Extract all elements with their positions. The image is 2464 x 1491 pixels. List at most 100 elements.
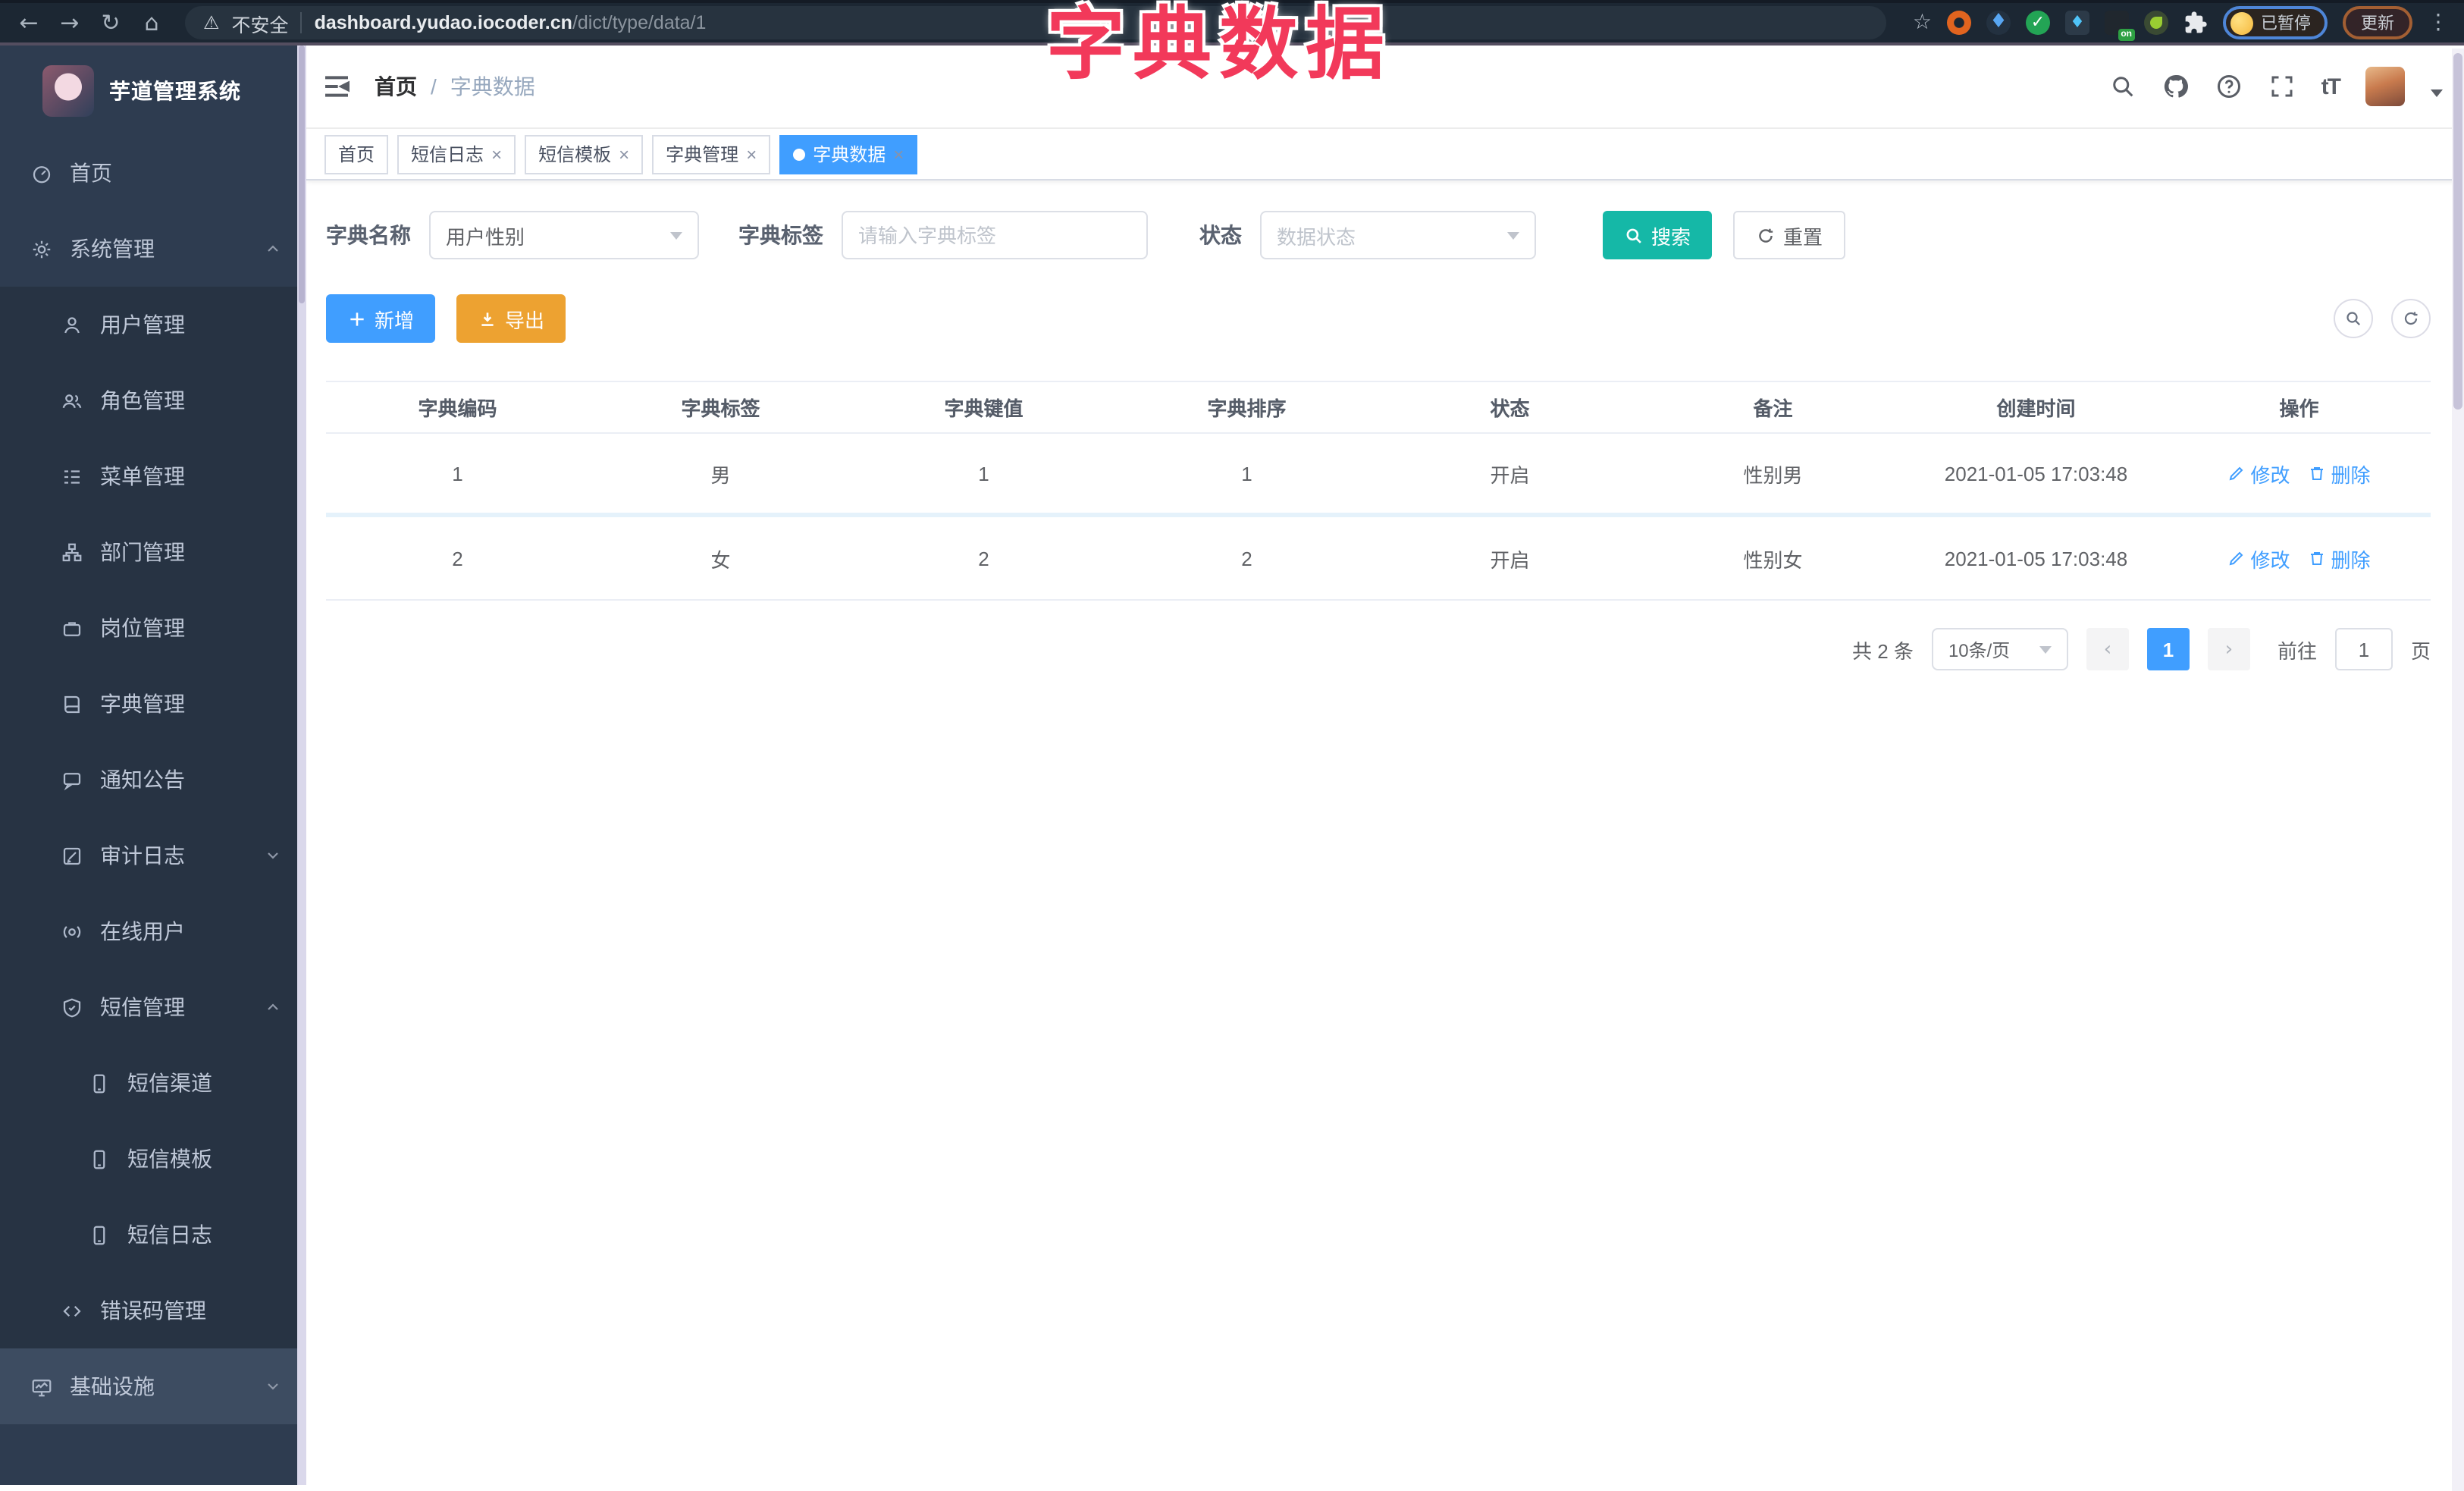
close-icon[interactable]: × <box>491 145 502 163</box>
extension-check-icon[interactable] <box>2026 11 2050 35</box>
browser-menu-icon[interactable]: ⋮ <box>2428 11 2449 35</box>
browser-profile-chip[interactable]: 已暂停 <box>2223 6 2328 39</box>
status-select[interactable]: 数据状态 <box>1260 211 1536 259</box>
fullscreen-icon[interactable] <box>2268 73 2296 100</box>
sidebar-item-error-codes[interactable]: 错误码管理 <box>0 1273 306 1348</box>
col-header: 备注 <box>1753 397 1793 420</box>
extension-on-icon[interactable]: on <box>2105 11 2135 41</box>
tab-sms-log[interactable]: 短信日志 × <box>397 134 516 174</box>
sidebar-scrollbar-thumb[interactable] <box>299 46 305 303</box>
chevron-up-icon <box>268 1003 278 1010</box>
address-bar[interactable]: ⚠ 不安全 dashboard.yudao.iocoder.cn/dict/ty… <box>185 6 1887 39</box>
next-page-button[interactable]: › <box>2207 628 2250 670</box>
sidebar-item-infrastructure[interactable]: 基础设施 <box>0 1348 306 1424</box>
row-actions: 修改 删除 <box>2227 459 2371 488</box>
extension-gem-icon[interactable] <box>1986 11 2011 35</box>
export-button[interactable]: 导出 <box>456 294 566 343</box>
sidebar-item-menus[interactable]: 菜单管理 <box>0 438 306 514</box>
edit-link[interactable]: 修改 <box>2227 544 2290 573</box>
font-size-icon[interactable]: tT <box>2321 74 2341 99</box>
sidebar-item-sms[interactable]: 短信管理 <box>0 969 306 1045</box>
dict-name-select[interactable]: 用户性别 <box>429 211 699 259</box>
current-page[interactable]: 1 <box>2146 628 2190 670</box>
bookmark-star-icon[interactable]: ☆ <box>1913 11 1932 35</box>
close-icon[interactable]: × <box>619 145 629 163</box>
pencil-icon <box>2230 551 2243 566</box>
extensions-puzzle-icon[interactable] <box>2183 11 2208 35</box>
collapse-sidebar-icon[interactable] <box>321 71 352 102</box>
sidebar-item-departments[interactable]: 部门管理 <box>0 514 306 590</box>
sidebar-item-sms-channel[interactable]: 短信渠道 <box>0 1045 306 1121</box>
tab-label: 短信日志 <box>411 144 484 165</box>
profile-emoji-icon <box>2230 11 2253 34</box>
chevron-down-icon <box>670 231 682 239</box>
chevron-down-icon <box>268 1383 278 1390</box>
browser-update-button[interactable]: 更新 <box>2343 6 2412 39</box>
tab-sms-template[interactable]: 短信模板 × <box>525 134 644 174</box>
reset-button[interactable]: 重置 <box>1733 211 1846 259</box>
extension-orange-icon[interactable] <box>1947 11 1971 35</box>
github-icon[interactable] <box>2162 73 2190 100</box>
tab-home[interactable]: 首页 <box>324 134 389 174</box>
avatar-caret-icon[interactable] <box>2431 89 2443 96</box>
sidebar-item-sms-log[interactable]: 短信日志 <box>0 1197 306 1273</box>
table-header-row: 字典编码 字典标签 字典键值 字典排序 状态 备注 创建时间 操作 <box>326 382 2431 434</box>
back-icon[interactable]: ← <box>15 11 42 34</box>
close-icon[interactable]: × <box>893 145 904 163</box>
sidebar-item-users[interactable]: 用户管理 <box>0 287 306 363</box>
extension-leaf-icon[interactable] <box>2144 11 2168 35</box>
reload-icon[interactable]: ↻ <box>97 11 124 34</box>
delete-link[interactable]: 删除 <box>2309 459 2371 488</box>
url-domain[interactable]: dashboard.yudao.iocoder.cn <box>315 12 572 33</box>
breadcrumb: 首页 / 字典数据 <box>375 71 535 102</box>
sidebar-item-roles[interactable]: 角色管理 <box>0 363 306 438</box>
chevron-down-icon <box>268 852 278 859</box>
sidebar-item-notices[interactable]: 通知公告 <box>0 742 306 818</box>
sidebar-item-sms-template[interactable]: 短信模板 <box>0 1121 306 1197</box>
user-avatar[interactable] <box>2365 67 2405 106</box>
goto-label: 前往 <box>2277 639 2317 662</box>
sidebar-scrollbar[interactable] <box>297 46 306 1485</box>
breadcrumb-home[interactable]: 首页 <box>375 71 417 102</box>
url-path[interactable]: /dict/type/data/1 <box>572 12 707 33</box>
sidebar-logo[interactable]: 芋道管理系统 <box>0 46 306 135</box>
goto-page-input[interactable] <box>2334 628 2393 670</box>
chevron-down-icon <box>2039 645 2052 653</box>
dashboard-icon <box>33 165 51 183</box>
dict-tag-input[interactable] <box>842 211 1148 259</box>
sidebar-item-label: 短信日志 <box>127 1223 212 1247</box>
edit-link[interactable]: 修改 <box>2227 459 2290 488</box>
forward-icon[interactable]: → <box>56 11 83 34</box>
help-icon[interactable] <box>2215 73 2243 100</box>
home-icon[interactable]: ⌂ <box>138 11 165 34</box>
toggle-search-button[interactable] <box>2334 299 2373 338</box>
close-icon[interactable]: × <box>746 145 757 163</box>
cell-value: 2 <box>978 547 989 570</box>
profile-paused-label: 已暂停 <box>2261 15 2311 33</box>
sidebar-item-label: 错误码管理 <box>100 1298 206 1323</box>
search-button[interactable]: 搜索 <box>1603 211 1713 259</box>
extension-diamond-icon[interactable] <box>2065 11 2089 35</box>
row-actions: 修改 删除 <box>2227 544 2371 573</box>
extensions-zone: ☆ on 已暂停 更新 ⋮ <box>1913 6 2449 41</box>
page-size-select[interactable]: 10条/页 <box>1931 628 2068 670</box>
delete-link[interactable]: 删除 <box>2309 544 2371 573</box>
search-icon[interactable] <box>2109 73 2136 100</box>
sidebar-item-audit-log[interactable]: 审计日志 <box>0 818 306 893</box>
tab-dict-data[interactable]: 字典数据 × <box>779 134 918 174</box>
sidebar-item-system[interactable]: 系统管理 <box>0 211 306 287</box>
sidebar-item-online-users[interactable]: 在线用户 <box>0 893 306 969</box>
tab-dict-manage[interactable]: 字典管理 × <box>652 134 771 174</box>
page-scrollbar[interactable] <box>2452 49 2464 1491</box>
sidebar-item-home[interactable]: 首页 <box>0 135 306 211</box>
page-scrollbar-thumb[interactable] <box>2453 53 2462 410</box>
security-label[interactable]: 不安全 <box>232 8 289 37</box>
add-button[interactable]: 新增 <box>326 294 436 343</box>
table-row: 1 男 1 1 开启 性别男 2021-01-05 17:03:48 修改 删除 <box>326 434 2431 517</box>
prev-page-button[interactable]: ‹ <box>2086 628 2129 670</box>
refresh-table-button[interactable] <box>2391 299 2431 338</box>
sidebar-item-posts[interactable]: 岗位管理 <box>0 590 306 666</box>
edit-doc-icon <box>63 846 81 865</box>
main-panel: 首页 / 字典数据 tT 首页 短信日志 × 短信模板 × 字典管理 × 字典数… <box>306 46 2464 1485</box>
sidebar-item-dict[interactable]: 字典管理 <box>0 666 306 742</box>
